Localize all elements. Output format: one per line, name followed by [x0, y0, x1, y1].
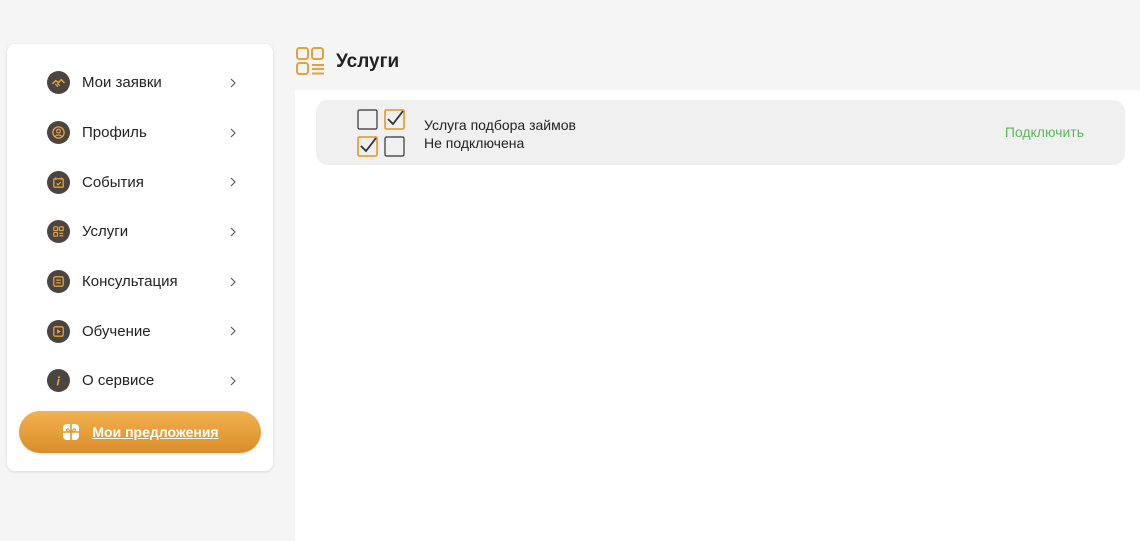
gift-icon	[61, 422, 81, 442]
chat-icon	[47, 270, 70, 294]
sidebar-nav: Мои заявки Профиль События Услуги Консул…	[7, 58, 273, 406]
connect-button[interactable]: Подключить	[1005, 124, 1084, 140]
chevron-right-icon	[229, 276, 237, 288]
video-icon	[47, 319, 70, 343]
sidebar-item-learning[interactable]: Обучение	[7, 306, 273, 356]
sidebar-item-consultation[interactable]: Консультация	[7, 257, 273, 307]
sidebar-item-profile[interactable]: Профиль	[7, 108, 273, 158]
chevron-right-icon	[229, 375, 237, 387]
sidebar-item-label: Услуги	[82, 223, 129, 241]
sidebar-item-label: Мои заявки	[82, 74, 162, 92]
service-status: Не подключена	[424, 135, 525, 151]
sidebar-item-label: Профиль	[82, 124, 147, 142]
my-offers-label: Мои предложения	[92, 424, 219, 440]
page-header: Услуги	[295, 46, 399, 78]
checkbox-grid-icon	[356, 108, 408, 158]
chevron-right-icon	[229, 226, 237, 238]
page-title: Услуги	[336, 51, 400, 72]
sidebar-item-label: О сервисе	[82, 372, 155, 390]
sidebar-item-services[interactable]: Услуги	[7, 207, 273, 257]
sidebar-item-label: События	[82, 173, 144, 191]
sidebar-item-events[interactable]: События	[7, 157, 273, 207]
chevron-right-icon	[229, 77, 237, 89]
user-icon	[47, 121, 70, 145]
calendar-icon	[47, 170, 70, 194]
service-name: Услуга подбора займов	[424, 117, 576, 133]
services-grid-icon	[47, 220, 70, 244]
chevron-right-icon	[229, 325, 237, 337]
sidebar-item-label: Консультация	[82, 273, 178, 291]
chevron-right-icon	[229, 127, 237, 139]
my-offers-button[interactable]: Мои предложения	[19, 411, 261, 453]
sidebar: Мои заявки Профиль События Услуги Консул…	[7, 44, 273, 471]
sidebar-item-my-applications[interactable]: Мои заявки	[7, 58, 273, 108]
sidebar-item-about[interactable]: О сервисе	[7, 356, 273, 406]
chevron-right-icon	[229, 176, 237, 188]
info-icon	[47, 369, 70, 393]
handshake-icon	[47, 71, 70, 95]
service-card: Услуга подбора займов Не подключена Подк…	[316, 100, 1125, 165]
services-grid-icon	[295, 46, 327, 78]
page: Мои заявки Профиль События Услуги Консул…	[0, 0, 1140, 541]
sidebar-item-label: Обучение	[82, 322, 151, 340]
